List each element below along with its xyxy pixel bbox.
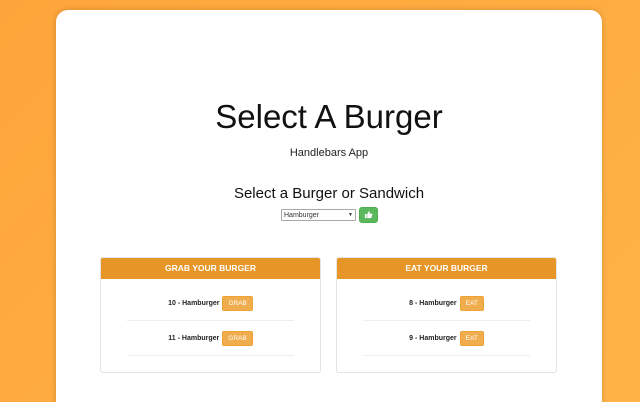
- eat-button[interactable]: EAT: [459, 331, 484, 346]
- burger-select-value: Hamburger: [284, 211, 320, 219]
- grab-burger-panel: GRAB YOUR BURGER 10 - Hamburger GRAB 11 …: [100, 257, 321, 373]
- grab-panel-header: GRAB YOUR BURGER: [101, 258, 320, 279]
- burger-label: 8 - Hamburger: [409, 300, 457, 307]
- eat-panel-header: EAT YOUR BURGER: [337, 258, 556, 279]
- select-arrow-icon: ▼: [348, 212, 353, 218]
- select-heading: Select a Burger or Sandwich: [233, 185, 425, 202]
- submit-burger-button[interactable]: [359, 207, 378, 223]
- burger-label: 9 - Hamburger: [409, 335, 457, 342]
- burger-label: 10 - Hamburger: [168, 300, 220, 307]
- page-title: Select A Burger: [215, 98, 443, 135]
- list-item: 9 - Hamburger EAT: [363, 322, 530, 356]
- grab-button[interactable]: GRAB: [222, 296, 253, 311]
- thumbs-up-icon: [364, 206, 373, 224]
- main-card: Select A Burger Handlebars App Select a …: [56, 10, 602, 402]
- page-subtitle: Handlebars App: [289, 147, 369, 159]
- burger-select-row: Hamburger ▼: [281, 207, 378, 223]
- burger-label: 11 - Hamburger: [168, 335, 220, 342]
- list-item: 8 - Hamburger EAT: [363, 287, 530, 321]
- list-item: 11 - Hamburger GRAB: [127, 322, 294, 356]
- list-item: 10 - Hamburger GRAB: [127, 287, 294, 321]
- eat-button[interactable]: EAT: [459, 296, 484, 311]
- grab-button[interactable]: GRAB: [222, 331, 253, 346]
- burger-select[interactable]: Hamburger ▼: [281, 209, 356, 221]
- eat-burger-panel: EAT YOUR BURGER 8 - Hamburger EAT 9 - Ha…: [336, 257, 557, 373]
